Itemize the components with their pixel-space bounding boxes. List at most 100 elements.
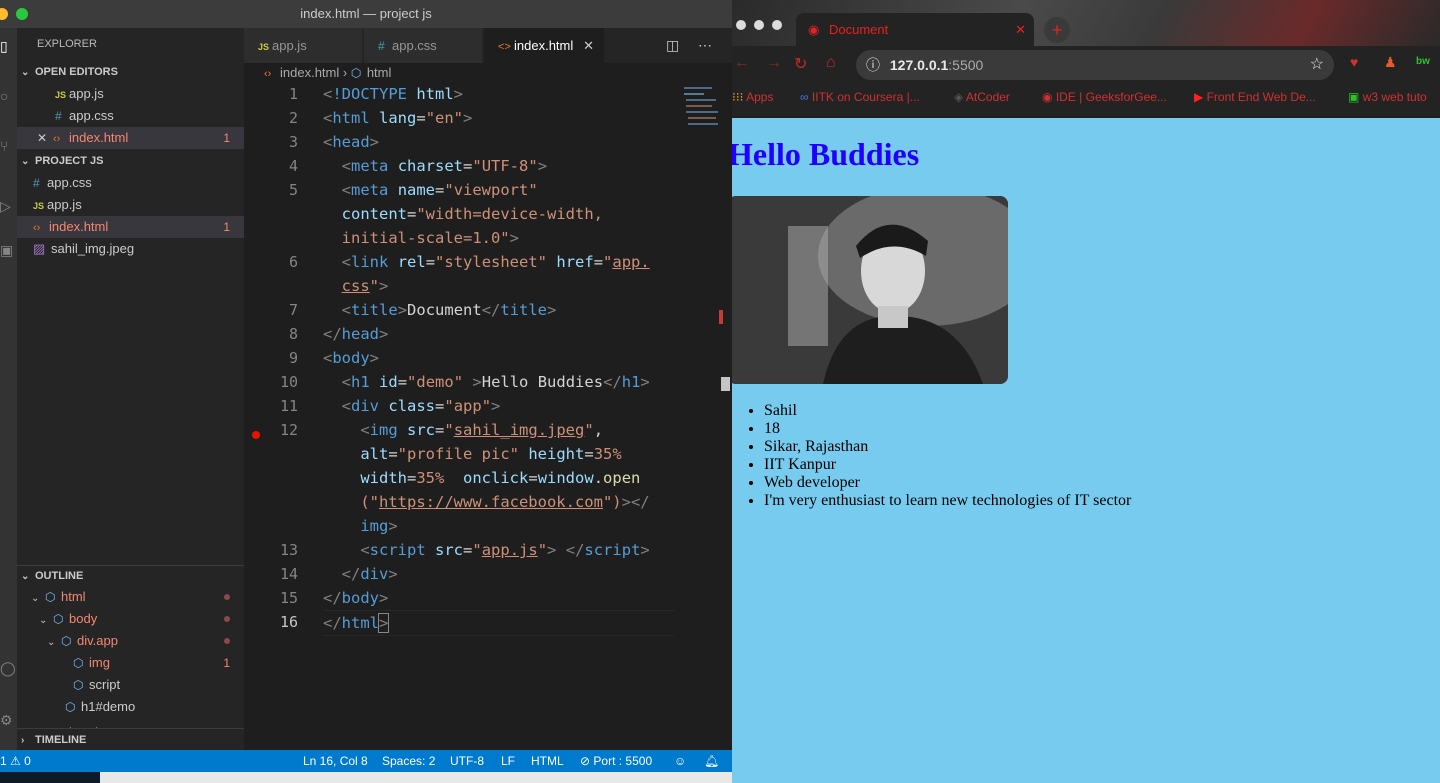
zoom-window-button[interactable] bbox=[16, 8, 28, 20]
profile-picture[interactable] bbox=[732, 196, 1008, 384]
search-icon[interactable]: ○ bbox=[0, 88, 14, 104]
extension-icon[interactable]: bw bbox=[1416, 56, 1430, 67]
outline-item-html[interactable]: ⌄ ⬡ html bbox=[17, 586, 244, 608]
list-item: 18 bbox=[764, 420, 1131, 438]
code-line: width=35% onclick=window.open bbox=[360, 469, 641, 487]
problem-dot bbox=[224, 594, 230, 600]
encoding[interactable]: UTF-8 bbox=[450, 750, 484, 772]
settings-gear-icon[interactable]: ⚙ bbox=[0, 712, 14, 728]
error-count: 1 bbox=[0, 754, 7, 768]
bookmark-apps[interactable]: ⁝⁝⁝ Apps bbox=[732, 84, 773, 110]
html-file-icon: ‹› bbox=[33, 222, 41, 234]
bookmark-geeksforgeeks[interactable]: ◉ IDE | GeeksforGee... bbox=[1042, 84, 1167, 110]
chevron-down-icon: ⌄ bbox=[47, 637, 56, 648]
code-line: <script src="app.js"> </script> bbox=[360, 541, 650, 559]
extensions-icon[interactable]: ▣ bbox=[0, 242, 14, 258]
open-editor-label: index.html bbox=[69, 130, 129, 145]
forward-icon[interactable]: → bbox=[766, 54, 782, 72]
open-editor-item-app-css[interactable]: # app.css bbox=[17, 105, 244, 127]
outline-item-img[interactable]: ⬡ img 1 bbox=[17, 652, 244, 674]
indentation[interactable]: Spaces: 2 bbox=[382, 750, 435, 772]
bookmark-w3[interactable]: ▣ w3 web tuto bbox=[1348, 84, 1427, 110]
close-tab-icon[interactable]: ✕ bbox=[583, 28, 594, 63]
breadcrumb-symbol[interactable]: html bbox=[367, 65, 392, 80]
outline-item-h1-demo[interactable]: ⬡ h1#demo bbox=[17, 696, 244, 718]
file-item-app-css[interactable]: # app.css bbox=[17, 172, 244, 194]
minimap[interactable] bbox=[680, 85, 720, 135]
bookmark-atcoder[interactable]: ◈ AtCoder bbox=[954, 84, 1010, 110]
end-of-line[interactable]: LF bbox=[501, 750, 515, 772]
more-actions-icon[interactable]: ⋯ bbox=[698, 28, 712, 63]
tab-app-css[interactable]: # app.css bbox=[364, 28, 482, 63]
new-tab-button[interactable]: + bbox=[1044, 17, 1070, 43]
url-host: 127.0.0.1 bbox=[889, 57, 949, 73]
source-control-icon[interactable]: ⑂ bbox=[0, 138, 14, 154]
feedback-icon[interactable]: ☺ bbox=[674, 750, 686, 772]
vscode-window: index.html — project js ▯ ○ ⑂ ▷ ▣ ◯ ⚙ EX… bbox=[0, 0, 732, 772]
file-label: sahil_img.jpeg bbox=[51, 241, 135, 256]
list-item: Web developer bbox=[764, 474, 1131, 492]
bookmark-star-icon[interactable]: ☆ bbox=[1310, 50, 1324, 80]
no-entry-icon: ⊘ bbox=[580, 754, 591, 768]
minimize-window-button[interactable] bbox=[0, 8, 8, 20]
extension-icon[interactable]: ♥ bbox=[1350, 54, 1358, 70]
tab-index-html[interactable]: <> index.html ✕ bbox=[484, 28, 604, 63]
code-line: content="width=device-width, bbox=[341, 205, 603, 223]
chevron-right-icon: › bbox=[342, 65, 351, 80]
back-icon[interactable]: ← bbox=[734, 54, 750, 72]
line-number bbox=[244, 490, 298, 514]
extension-icon[interactable]: ♟ bbox=[1384, 54, 1397, 71]
html-file-icon: ‹› bbox=[53, 133, 61, 145]
explorer-icon[interactable]: ▯ bbox=[0, 38, 14, 54]
breakpoint-dot[interactable] bbox=[252, 431, 260, 439]
code-line: <img src="sahil_img.jpeg", bbox=[360, 421, 604, 439]
bookmark-coursera[interactable]: ∞ IITK on Coursera |... bbox=[800, 84, 920, 110]
outline-item-div-app[interactable]: ⌄ ⬡ div.app bbox=[17, 630, 244, 652]
port-label: Port : 5500 bbox=[593, 754, 653, 768]
editor-scrollbar[interactable] bbox=[719, 85, 732, 750]
outline-label: body bbox=[69, 611, 98, 626]
file-item-app-js[interactable]: JS app.js bbox=[17, 194, 244, 216]
list-item: IIT Kanpur bbox=[764, 456, 1131, 474]
tab-label: app.css bbox=[392, 38, 437, 53]
language-mode[interactable]: HTML bbox=[531, 750, 564, 772]
outline-label: div.app bbox=[77, 633, 118, 648]
address-bar[interactable]: ⓘ 127.0.0.1:5500 ☆ bbox=[856, 50, 1334, 80]
close-tab-icon[interactable]: ✕ bbox=[1015, 13, 1026, 46]
cursor-position[interactable]: Ln 16, Col 8 bbox=[303, 750, 368, 772]
home-icon[interactable]: ⌂ bbox=[826, 54, 836, 72]
open-editor-item-app-js[interactable]: JS app.js bbox=[17, 83, 244, 105]
tab-app-js[interactable]: JS app.js bbox=[244, 28, 362, 63]
list-item: Sikar, Rajasthan bbox=[764, 438, 1131, 456]
live-server-port[interactable]: ⊘ Port : 5500 bbox=[580, 750, 652, 772]
cursor-marker bbox=[721, 377, 730, 391]
browser-tab-document[interactable]: ◉ Document ✕ bbox=[796, 13, 1034, 46]
outline-item-script[interactable]: ⬡ script bbox=[17, 674, 244, 696]
open-editor-item-index-html[interactable]: ✕ ‹› index.html 1 bbox=[17, 127, 244, 149]
window-control[interactable] bbox=[754, 20, 764, 30]
outline-item-body[interactable]: ⌄ ⬡ body bbox=[17, 608, 244, 630]
reload-icon[interactable]: ↻ bbox=[794, 54, 807, 74]
split-editor-icon[interactable]: ◫ bbox=[666, 28, 679, 63]
bookmark-label: AtCoder bbox=[965, 90, 1010, 104]
apps-grid-icon: ⁝⁝⁝ bbox=[732, 90, 744, 104]
project-section[interactable]: ⌄ PROJECT JS bbox=[17, 150, 244, 172]
close-icon[interactable]: ✕ bbox=[37, 127, 53, 149]
code-editor[interactable]: 1 2 3 4 5 6 7 8 9 10 11 12 13 14 15 16 <!DOCTYPE html> … bbox=[244, 85, 719, 750]
outline-section[interactable]: ⌄ OUTLINE bbox=[17, 565, 244, 587]
file-item-sahil-img[interactable]: ▨ sahil_img.jpeg bbox=[17, 238, 244, 260]
line-number bbox=[244, 514, 298, 538]
notification-bell-icon[interactable]: 🔔︎ bbox=[704, 750, 719, 772]
window-control[interactable] bbox=[736, 20, 746, 30]
timeline-section[interactable]: › TIMELINE bbox=[17, 729, 244, 751]
problems-indicator[interactable]: 1 ⚠ 0 bbox=[0, 750, 31, 772]
file-item-index-html[interactable]: ‹› index.html 1 bbox=[17, 216, 244, 238]
chevron-down-icon: ⌄ bbox=[21, 156, 30, 167]
breadcrumb-file[interactable]: index.html bbox=[280, 65, 339, 80]
account-icon[interactable]: ◯ bbox=[0, 660, 16, 676]
activity-bar: ▯ ○ ⑂ ▷ ▣ ◯ ⚙ bbox=[0, 28, 17, 750]
debug-icon[interactable]: ▷ bbox=[0, 198, 14, 214]
bookmark-front-end[interactable]: ▶ Front End Web De... bbox=[1194, 84, 1316, 110]
open-editors-section[interactable]: ⌄ OPEN EDITORS bbox=[17, 61, 244, 83]
window-control[interactable] bbox=[772, 20, 782, 30]
